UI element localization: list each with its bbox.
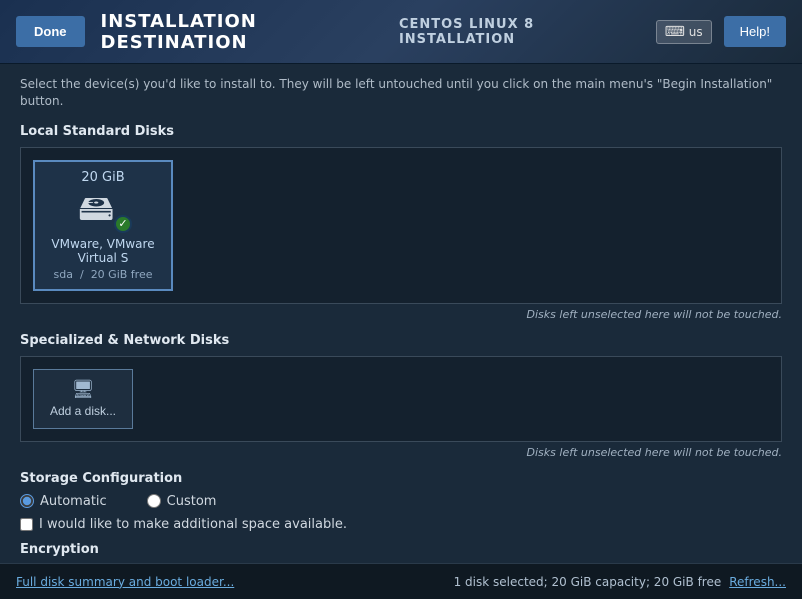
help-button[interactable]: Help! xyxy=(724,16,786,47)
page-title: INSTALLATION DESTINATION xyxy=(101,11,399,53)
specialized-disks-title: Specialized & Network Disks xyxy=(20,333,782,348)
keyboard-icon: ⌨ xyxy=(665,24,685,40)
local-disks-area: 20 GiB 🖴 ✓ VMware, VMware Virtual S sda … xyxy=(20,147,782,304)
disk-name: VMware, VMware Virtual S xyxy=(43,237,163,265)
space-checkbox-item[interactable]: I would like to make additional space av… xyxy=(20,517,782,532)
encryption-title: Encryption xyxy=(20,542,782,557)
custom-radio-item[interactable]: Custom xyxy=(147,494,217,509)
space-label: I would like to make additional space av… xyxy=(39,517,347,532)
disk-size: 20 GiB xyxy=(81,170,124,185)
header-subtitle: CENTOS LINUX 8 INSTALLATION xyxy=(399,17,644,47)
header-left: Done INSTALLATION DESTINATION xyxy=(16,11,399,53)
disk-icon-container: 🖴 ✓ xyxy=(78,191,128,231)
space-checkbox[interactable] xyxy=(20,518,33,531)
done-button[interactable]: Done xyxy=(16,16,85,47)
storage-config-title: Storage Configuration xyxy=(20,471,782,486)
add-disk-button[interactable]: 🖥 Add a disk... xyxy=(33,369,133,429)
local-disks-warning: Disks left unselected here will not be t… xyxy=(20,308,782,321)
disk-item[interactable]: 20 GiB 🖴 ✓ VMware, VMware Virtual S sda … xyxy=(33,160,173,291)
disk-path: sda / 20 GiB free xyxy=(54,268,153,281)
full-disk-summary-link[interactable]: Full disk summary and boot loader... xyxy=(16,575,234,589)
disk-icon: 🖴 xyxy=(78,188,114,229)
add-disk-label: Add a disk... xyxy=(50,404,116,418)
specialized-disks-area: 🖥 Add a disk... xyxy=(20,356,782,442)
header: Done INSTALLATION DESTINATION CENTOS LIN… xyxy=(0,0,802,64)
custom-label: Custom xyxy=(167,494,217,509)
header-right: CENTOS LINUX 8 INSTALLATION ⌨ us Help! xyxy=(399,16,786,47)
footer: Full disk summary and boot loader... 1 d… xyxy=(0,563,802,599)
automatic-radio-item[interactable]: Automatic xyxy=(20,494,107,509)
encryption-section: Encryption Encrypt my data. You'll set a… xyxy=(20,542,782,563)
description-text: Select the device(s) you'd like to insta… xyxy=(20,76,782,110)
refresh-link[interactable]: Refresh... xyxy=(729,575,786,589)
add-disk-icon: 🖥 xyxy=(72,379,95,400)
disk-checkmark: ✓ xyxy=(114,215,132,233)
storage-radio-group: Automatic Custom xyxy=(20,494,782,509)
custom-radio[interactable] xyxy=(147,494,161,508)
footer-status: 1 disk selected; 20 GiB capacity; 20 GiB… xyxy=(454,575,786,589)
specialized-disks-warning: Disks left unselected here will not be t… xyxy=(20,446,782,459)
keyboard-indicator[interactable]: ⌨ us xyxy=(656,20,712,44)
storage-config: Storage Configuration Automatic Custom I… xyxy=(20,471,782,532)
main-content: Select the device(s) you'd like to insta… xyxy=(0,64,802,563)
keyboard-layout: us xyxy=(689,25,703,39)
disk-status-text: 1 disk selected; 20 GiB capacity; 20 GiB… xyxy=(454,575,722,589)
automatic-radio[interactable] xyxy=(20,494,34,508)
automatic-label: Automatic xyxy=(40,494,107,509)
local-disks-title: Local Standard Disks xyxy=(20,124,782,139)
